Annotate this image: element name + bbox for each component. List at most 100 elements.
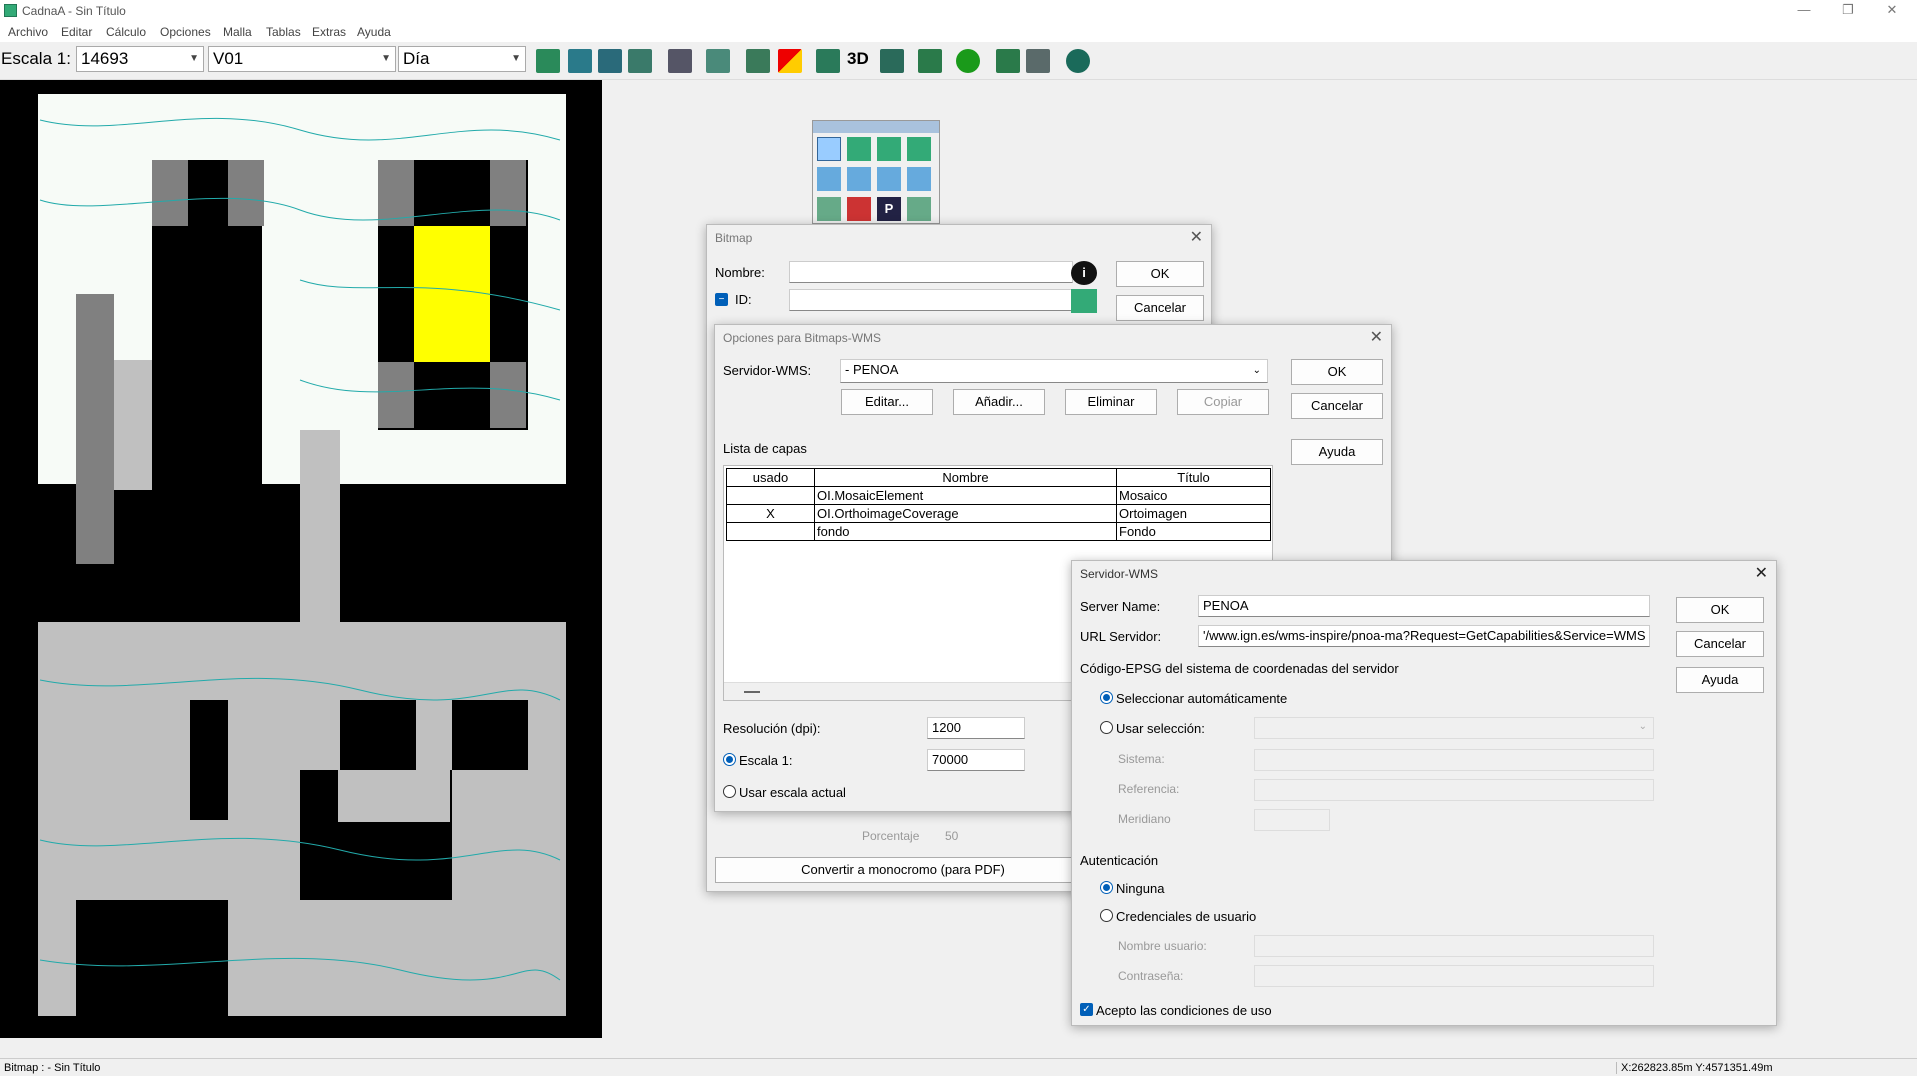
scale-value: 14693 xyxy=(81,49,129,68)
close-icon[interactable]: ✕ xyxy=(1870,0,1914,22)
map-drawing xyxy=(0,80,602,1038)
menu-editar[interactable]: Editar xyxy=(61,25,92,39)
accept-checkbox[interactable]: ✓ xyxy=(1080,1003,1093,1016)
auth-creds-radio[interactable] xyxy=(1100,909,1113,922)
calculator-icon[interactable] xyxy=(746,49,770,73)
maximize-icon[interactable]: ❐ xyxy=(1826,0,1870,22)
menu-malla[interactable]: Malla xyxy=(223,25,252,39)
cancel-button[interactable]: Cancelar xyxy=(1291,393,1383,419)
variant-combo[interactable]: V01 ▼ xyxy=(208,46,396,72)
ok-button[interactable]: OK xyxy=(1291,359,1383,385)
row-name: fondo xyxy=(814,522,1117,541)
row-used[interactable]: X xyxy=(726,504,815,523)
minimize-icon[interactable]: — xyxy=(1782,0,1826,22)
row-used[interactable] xyxy=(726,522,815,541)
map-icon[interactable] xyxy=(816,49,840,73)
map-canvas[interactable] xyxy=(0,80,602,1038)
auto-radio[interactable] xyxy=(1100,691,1113,704)
grid-color-icon[interactable] xyxy=(778,49,802,73)
source-area-icon[interactable] xyxy=(877,167,901,191)
save-as-icon[interactable] xyxy=(598,49,622,73)
menu-ayuda[interactable]: Ayuda xyxy=(357,25,391,39)
layers-label: Lista de capas xyxy=(723,441,807,456)
zoom-fit-icon[interactable] xyxy=(907,137,931,161)
info-icon[interactable] xyxy=(956,49,980,73)
copy-icon[interactable] xyxy=(706,49,730,73)
name-input[interactable] xyxy=(789,261,1073,283)
print-icon[interactable] xyxy=(668,49,692,73)
id-input[interactable] xyxy=(789,289,1073,311)
source-point-icon[interactable] xyxy=(817,167,841,191)
window-title: CadnaA - Sin Título xyxy=(22,4,126,18)
road-icon[interactable] xyxy=(817,197,841,221)
scale-combo[interactable]: 14693 ▼ xyxy=(76,46,204,72)
redo-icon[interactable] xyxy=(1026,49,1050,73)
railway-icon[interactable] xyxy=(907,197,931,221)
menu-tablas[interactable]: Tablas xyxy=(266,25,301,39)
cancel-button[interactable]: Cancelar xyxy=(1676,631,1764,657)
delete-button[interactable]: Eliminar xyxy=(1065,389,1157,415)
tools-icon[interactable] xyxy=(918,49,942,73)
id-checkbox[interactable]: − xyxy=(715,293,728,306)
server-select[interactable]: - PENOA ⌄ xyxy=(840,359,1268,383)
scale-input[interactable]: 70000 xyxy=(927,749,1025,771)
menu-opciones[interactable]: Opciones xyxy=(160,25,211,39)
export-icon[interactable] xyxy=(628,49,652,73)
save-icon[interactable] xyxy=(568,49,592,73)
table-row[interactable]: X OI.OrthoimageCoverage Ortoimagen xyxy=(726,504,1271,523)
menu-extras[interactable]: Extras xyxy=(312,25,346,39)
receiver-icon[interactable] xyxy=(907,167,931,191)
traffic-light-icon[interactable] xyxy=(847,197,871,221)
parking-icon[interactable]: P xyxy=(877,197,901,221)
status-left: Bitmap : - Sin Título xyxy=(4,1062,101,1074)
edit-button[interactable]: Editar... xyxy=(841,389,933,415)
current-scale-radio[interactable] xyxy=(723,785,736,798)
auth-none-radio[interactable] xyxy=(1100,881,1113,894)
bitmap-dialog-title: Bitmap xyxy=(715,231,753,245)
close-icon[interactable]: ✕ xyxy=(1370,327,1383,347)
reference-input xyxy=(1254,779,1654,801)
tables-icon[interactable] xyxy=(880,49,904,73)
system-input xyxy=(1254,749,1654,771)
undo-icon[interactable] xyxy=(996,49,1020,73)
resolution-input[interactable]: 1200 xyxy=(927,717,1025,739)
layers-table: usado Nombre Título OI.MosaicElement Mos… xyxy=(726,468,1271,541)
zoom-in-icon[interactable] xyxy=(847,137,871,161)
copy-button: Copiar xyxy=(1177,389,1269,415)
close-icon[interactable]: ✕ xyxy=(1190,227,1203,247)
status-bar: Bitmap : - Sin Título X:262823.85m Y:457… xyxy=(0,1058,1917,1076)
menu-calculo[interactable]: Cálculo xyxy=(106,25,146,39)
zoom-out-icon[interactable] xyxy=(877,137,901,161)
help-button[interactable]: Ayuda xyxy=(1676,667,1764,693)
info-icon[interactable]: i xyxy=(1071,261,1097,285)
ok-button[interactable]: OK xyxy=(1116,261,1204,287)
scrollbar-thumb[interactable] xyxy=(744,691,760,693)
ok-button[interactable]: OK xyxy=(1676,597,1764,623)
open-icon[interactable] xyxy=(536,49,560,73)
source-line-icon[interactable] xyxy=(847,167,871,191)
table-row[interactable]: OI.MosaicElement Mosaico xyxy=(726,486,1271,505)
view-3d-button[interactable]: 3D xyxy=(847,49,869,69)
add-button[interactable]: Añadir... xyxy=(953,389,1045,415)
manual-radio[interactable] xyxy=(1100,721,1113,734)
username-input xyxy=(1254,935,1654,957)
monochrome-button[interactable]: Convertir a monocromo (para PDF) xyxy=(715,857,1091,883)
row-used[interactable] xyxy=(726,486,815,505)
title-bar: CadnaA - Sin Título — ❐ ✕ xyxy=(0,0,1917,22)
cancel-button[interactable]: Cancelar xyxy=(1116,295,1204,321)
period-combo[interactable]: Día ▼ xyxy=(398,46,526,72)
chevron-down-icon: ▼ xyxy=(381,53,391,64)
close-icon[interactable]: ✕ xyxy=(1755,563,1768,583)
scale-radio[interactable] xyxy=(723,753,736,766)
server-name-input[interactable]: PENOA xyxy=(1198,595,1650,617)
menu-archivo[interactable]: Archivo xyxy=(8,25,48,39)
help-button[interactable]: Ayuda xyxy=(1291,439,1383,465)
eye-icon[interactable] xyxy=(1066,49,1090,73)
palette-titlebar[interactable] xyxy=(813,121,939,133)
table-row[interactable]: fondo Fondo xyxy=(726,522,1271,541)
url-input[interactable]: '/www.ign.es/wms-inspire/pnoa-ma?Request… xyxy=(1198,625,1650,647)
id-list-icon[interactable] xyxy=(1071,289,1097,313)
server-label: Servidor-WMS: xyxy=(723,363,812,378)
pointer-icon[interactable] xyxy=(817,137,841,161)
scale-label: Escala 1: xyxy=(739,753,793,768)
